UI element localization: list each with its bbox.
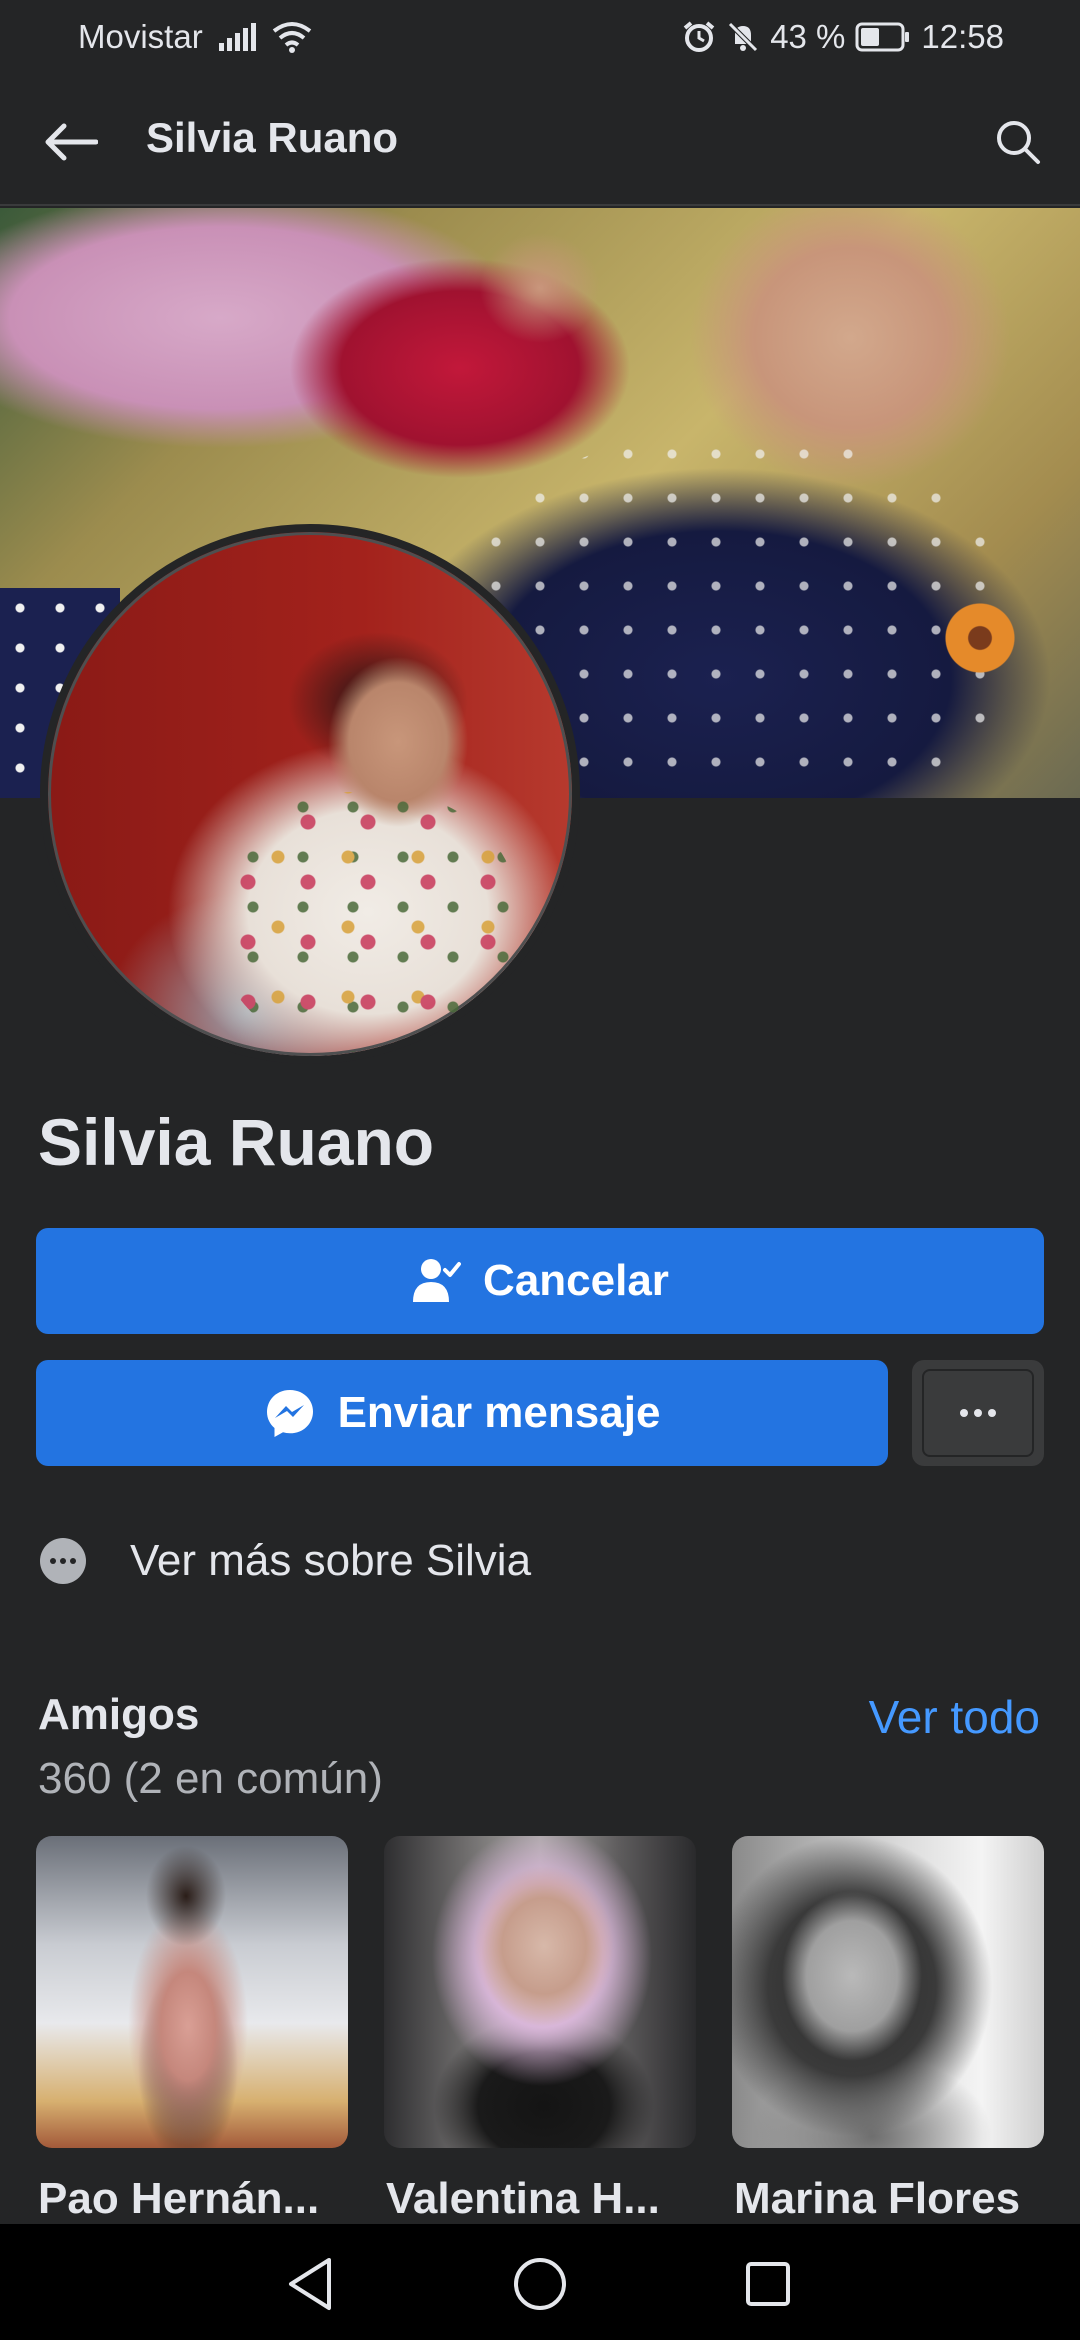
carrier-label: Movistar bbox=[78, 18, 203, 55]
system-navigation-bar bbox=[0, 2224, 1080, 2340]
see-all-friends-link[interactable]: Ver todo bbox=[869, 1690, 1040, 1744]
friend-name[interactable]: Marina Flores bbox=[734, 2174, 1046, 2224]
clock: 12:58 bbox=[921, 18, 1004, 55]
avatar-blouse-pattern bbox=[218, 792, 518, 1052]
app-bar: Silvia Ruano bbox=[0, 76, 1080, 206]
battery-icon bbox=[855, 22, 910, 52]
friend-photo[interactable] bbox=[732, 1836, 1044, 2148]
more-dots-icon bbox=[922, 1369, 1034, 1457]
nav-recent-button[interactable] bbox=[738, 2254, 798, 2314]
profile-name: Silvia Ruano bbox=[38, 1105, 435, 1179]
see-more-about-row[interactable]: Ver más sobre Silvia bbox=[40, 1536, 531, 1586]
friends-section-title: Amigos bbox=[38, 1690, 200, 1739]
send-message-label: Enviar mensaje bbox=[337, 1388, 661, 1437]
search-icon bbox=[997, 121, 1040, 164]
send-message-button[interactable]: Enviar mensaje bbox=[36, 1360, 888, 1466]
nav-home-button[interactable] bbox=[510, 2254, 570, 2314]
cover-flower-pattern bbox=[940, 598, 1020, 678]
alarm-icon bbox=[683, 21, 715, 52]
messenger-icon bbox=[266, 1390, 313, 1437]
add-friend-check-icon bbox=[413, 1259, 462, 1302]
wifi-icon bbox=[272, 22, 311, 53]
nav-home-icon bbox=[514, 2258, 566, 2310]
muted-bell-icon bbox=[728, 22, 758, 52]
friend-name[interactable]: Valentina H... bbox=[386, 2174, 698, 2224]
nav-recent-icon bbox=[746, 2262, 790, 2306]
back-button[interactable] bbox=[38, 110, 102, 174]
friend-photo[interactable] bbox=[36, 1836, 348, 2148]
search-button[interactable] bbox=[986, 110, 1050, 174]
status-bar: Movistar 43 % 12:58 bbox=[0, 0, 1080, 76]
status-left: Movistar bbox=[78, 18, 312, 56]
friend-name[interactable]: Pao Hernán... bbox=[38, 2174, 350, 2224]
app-bar-title: Silvia Ruano bbox=[146, 114, 399, 161]
more-options-button[interactable] bbox=[912, 1360, 1044, 1466]
see-more-about-label: Ver más sobre Silvia bbox=[130, 1536, 532, 1585]
info-dots-icon bbox=[40, 1538, 86, 1584]
friends-count: 360 (2 en común) bbox=[38, 1754, 383, 1803]
battery-percent: 43 % bbox=[770, 18, 846, 55]
cancel-request-button[interactable]: Cancelar bbox=[36, 1228, 1044, 1334]
nav-back-button[interactable] bbox=[280, 2254, 340, 2314]
cancel-request-label: Cancelar bbox=[483, 1256, 669, 1305]
status-right: 43 % 12:58 bbox=[682, 18, 1004, 56]
friend-photo[interactable] bbox=[384, 1836, 696, 2148]
signal-icon bbox=[218, 23, 256, 51]
back-arrow-icon bbox=[45, 123, 98, 161]
nav-back-icon bbox=[289, 2258, 331, 2310]
profile-picture[interactable] bbox=[40, 524, 580, 1064]
